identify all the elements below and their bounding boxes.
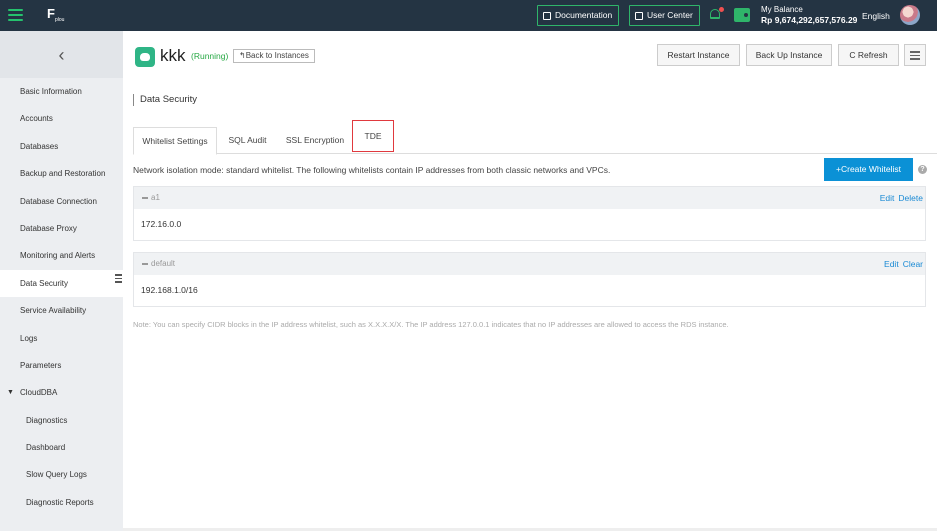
whitelist-header: default Edit Clear	[134, 253, 925, 275]
wallet-icon[interactable]	[734, 8, 750, 22]
list-collapse-icon[interactable]	[115, 274, 122, 283]
network-isolation-notice: Network isolation mode: standard whiteli…	[133, 165, 611, 175]
user-center-button[interactable]: User Center	[629, 5, 700, 26]
sidebar-item-backup-restoration[interactable]: Backup and Restoration	[0, 160, 123, 187]
document-icon	[543, 11, 551, 20]
sidebar-back-button[interactable]: ‹	[0, 31, 123, 78]
balance-label: My Balance	[761, 5, 803, 14]
sidebar-item-database-proxy[interactable]: Database Proxy	[0, 215, 123, 242]
notification-dot	[719, 7, 724, 12]
section-title: Data Security	[133, 94, 197, 106]
sidebar-item-data-security[interactable]: Data Security	[0, 269, 123, 298]
whitelist-group: default Edit Clear 192.168.1.0/16	[133, 252, 926, 307]
whitelist-ip: 172.16.0.0	[141, 219, 182, 229]
sidebar: ‹ Basic Information Accounts Databases B…	[0, 31, 123, 531]
whitelist-group: a1 Edit Delete 172.16.0.0	[133, 186, 926, 241]
sidebar-item-slow-query-logs[interactable]: Slow Query Logs	[0, 461, 123, 488]
back-up-instance-button[interactable]: Back Up Instance	[746, 44, 832, 66]
back-to-instances-button[interactable]: ↰Back to Instances	[233, 49, 315, 63]
refresh-button[interactable]: C Refresh	[838, 44, 899, 66]
language-selector[interactable]: English	[862, 11, 890, 21]
tab-bar: Whitelist Settings SQL Audit SSL Encrypt…	[133, 120, 937, 155]
tab-sql-audit[interactable]: SQL Audit	[217, 127, 278, 154]
tab-whitelist-settings[interactable]: Whitelist Settings	[133, 127, 217, 155]
clear-link[interactable]: Clear	[903, 259, 923, 269]
whitelist-header: a1 Edit Delete	[134, 187, 925, 209]
logo-mark: F	[47, 6, 55, 21]
monitor-icon	[635, 11, 643, 20]
logo[interactable]: F plou	[47, 6, 67, 26]
sidebar-item-logs[interactable]: Logs	[0, 325, 123, 352]
instance-name: kkk	[160, 46, 186, 65]
instance-icon	[135, 47, 155, 67]
hamburger-menu-icon[interactable]	[8, 9, 23, 21]
edit-link[interactable]: Edit	[884, 259, 899, 269]
caret-down-icon: ▼	[7, 389, 14, 397]
notification-bell-icon[interactable]	[708, 7, 724, 23]
user-center-label: User Center	[647, 10, 693, 20]
edit-link[interactable]: Edit	[880, 193, 895, 203]
whitelist-note: Note: You can specify CIDR blocks in the…	[133, 320, 729, 329]
sidebar-item-dashboard[interactable]: Dashboard	[0, 434, 123, 461]
whitelist-actions: Edit Delete	[876, 193, 923, 203]
sidebar-item-parameters[interactable]: Parameters	[0, 352, 123, 379]
delete-link[interactable]: Delete	[898, 193, 923, 203]
instance-status: (Running)	[191, 51, 229, 61]
sidebar-item-accounts[interactable]: Accounts	[0, 105, 123, 132]
sidebar-item-diagnostic-reports[interactable]: Diagnostic Reports	[0, 489, 123, 516]
balance-value: Rp 9,674,292,657,576.29	[761, 15, 858, 25]
sidebar-group-label: CloudDBA	[20, 388, 58, 398]
whitelist-name: a1	[142, 193, 160, 202]
logo-sub: plou	[55, 17, 65, 23]
tab-ssl-encryption[interactable]: SSL Encryption	[278, 127, 352, 154]
tab-tde[interactable]: TDE	[352, 120, 394, 152]
chevron-left-icon: ‹	[58, 44, 65, 65]
create-whitelist-button[interactable]: +Create Whitelist	[824, 158, 913, 181]
list-menu-icon[interactable]	[904, 44, 926, 66]
sidebar-item-basic-information[interactable]: Basic Information	[0, 78, 123, 105]
sidebar-group-clouddba[interactable]: ▼ CloudDBA	[0, 379, 123, 406]
whitelist-ip: 192.168.1.0/16	[141, 285, 198, 295]
documentation-label: Documentation	[555, 10, 613, 20]
top-bar: F plou Documentation User Center My Bala…	[0, 0, 937, 31]
sidebar-item-service-availability[interactable]: Service Availability	[0, 297, 123, 324]
main-content: kkk (Running) ↰Back to Instances Restart…	[123, 31, 937, 528]
whitelist-actions: Edit Clear	[880, 259, 923, 269]
sidebar-item-database-connection[interactable]: Database Connection	[0, 188, 123, 215]
whitelist-name: default	[142, 259, 175, 268]
help-icon[interactable]: ?	[918, 165, 927, 174]
sidebar-item-databases[interactable]: Databases	[0, 133, 123, 160]
documentation-button[interactable]: Documentation	[537, 5, 620, 26]
sidebar-item-monitoring-alerts[interactable]: Monitoring and Alerts	[0, 242, 123, 269]
restart-instance-button[interactable]: Restart Instance	[657, 44, 740, 66]
balance[interactable]: My Balance Rp 9,674,292,657,576.29	[761, 5, 857, 26]
sidebar-item-diagnostics[interactable]: Diagnostics	[0, 407, 123, 434]
avatar[interactable]	[900, 5, 920, 25]
